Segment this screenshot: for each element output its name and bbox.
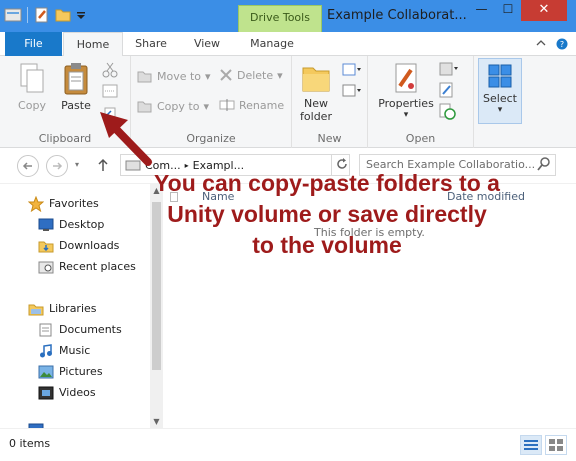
- large-icons-view-icon: [549, 439, 563, 451]
- explorer-window: Drive Tools Example Collaborat... — ☐ ✕ …: [0, 0, 576, 461]
- large-icons-view-button[interactable]: [545, 435, 567, 455]
- item-count: 0 items: [9, 437, 51, 450]
- annotation-line-1: You can copy-paste folders to a: [154, 170, 500, 196]
- status-bar: 0 items: [0, 428, 576, 461]
- annotation-line-3: to the volume: [252, 232, 402, 258]
- details-view-button[interactable]: [520, 435, 542, 455]
- details-view-icon: [524, 440, 538, 450]
- annotation-line-2: Unity volume or save directly: [167, 201, 487, 227]
- annotation-text: You can copy-paste folders to a Unity vo…: [100, 168, 554, 261]
